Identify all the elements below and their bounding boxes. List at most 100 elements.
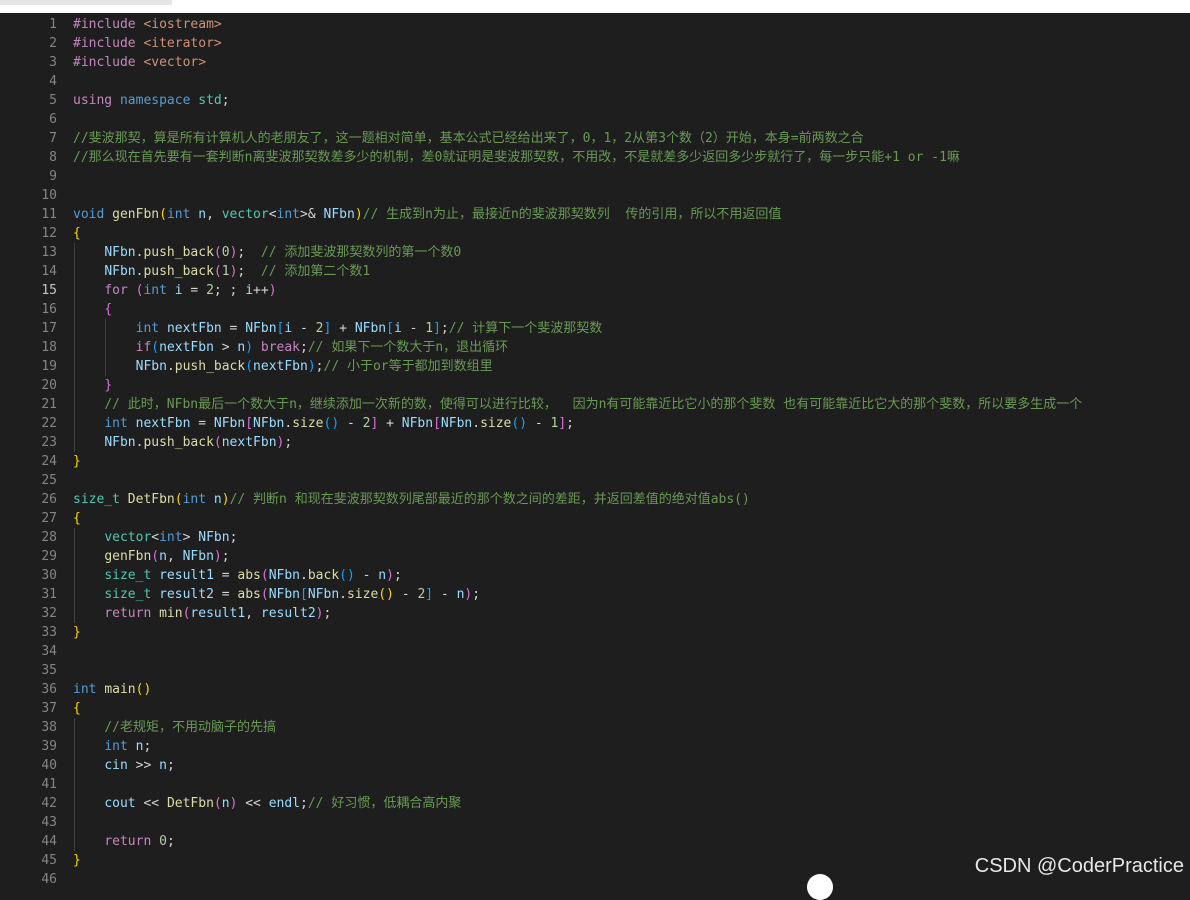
code-line[interactable]: 25: [0, 471, 1190, 490]
code-token: ;: [315, 359, 324, 374]
code-token: #include: [73, 55, 144, 70]
code-token: vector: [221, 207, 269, 222]
code-token: ): [221, 492, 230, 507]
code-token: 0: [159, 834, 167, 849]
code-line[interactable]: 16 {: [0, 300, 1190, 319]
code-line[interactable]: 7 //斐波那契，算是所有计算机人的老朋友了，这一题相对简单，基本公式已经给出来了…: [0, 129, 1190, 148]
code-line[interactable]: 9: [0, 167, 1190, 186]
code-line[interactable]: 17 int nextFbn = NFbn[i - 2] + NFbn[i - …: [0, 319, 1190, 338]
code-token: push_back: [143, 264, 214, 279]
code-line[interactable]: 26 size_t DetFbn(int n)// 判断n 和现在斐波那契数列尾部…: [0, 490, 1190, 509]
scroll-button[interactable]: [807, 874, 833, 900]
code-line[interactable]: 34: [0, 642, 1190, 661]
code-token: ;: [229, 530, 238, 545]
code-token: std: [198, 93, 222, 108]
code-line[interactable]: 19 NFbn.push_back(nextFbn);// 小于or等于都加到数…: [0, 357, 1190, 376]
code-token: int: [159, 530, 183, 545]
code-token: // 添加斐波那契数列的第一个数0: [260, 245, 462, 260]
code-token: -: [339, 416, 363, 431]
code-line[interactable]: 5 using namespace std;: [0, 91, 1190, 110]
code-line[interactable]: 6: [0, 110, 1190, 129]
code-line[interactable]: 11 void genFbn(int n, vector<int>& NFbn)/…: [0, 205, 1190, 224]
code-text: int main(): [73, 680, 151, 699]
code-token: NFbn: [104, 264, 136, 279]
code-text: //斐波那契，算是所有计算机人的老朋友了，这一题相对简单，基本公式已经给出来了，…: [73, 129, 864, 148]
code-text: #include <vector>: [73, 53, 206, 72]
code-line[interactable]: 21 // 此时，NFbn最后一个数大于n，继续添加一次新的数，使得可以进行比较…: [0, 395, 1190, 414]
code-line[interactable]: 24}: [0, 452, 1190, 471]
code-line[interactable]: 40 cin >> n;: [0, 756, 1190, 775]
code-token: genFbn: [112, 207, 160, 222]
code-line[interactable]: 3 #include <vector>: [0, 53, 1190, 72]
code-line[interactable]: 36 int main(): [0, 680, 1190, 699]
code-token: DetFbn: [127, 492, 175, 507]
code-line[interactable]: 13 NFbn.push_back(0); // 添加斐波那契数列的第一个数0: [0, 243, 1190, 262]
code-line[interactable]: 42 cout << DetFbn(n) << endl;// 好习惯，低耦合高…: [0, 794, 1190, 813]
code-line[interactable]: 44 return 0;: [0, 832, 1190, 851]
code-line[interactable]: 38 //老规矩，不用动脑子的先搞: [0, 718, 1190, 737]
code-token: i: [393, 321, 402, 336]
code-token: genFbn: [104, 549, 152, 564]
code-token: +: [331, 321, 355, 336]
code-line[interactable]: 15 for (int i = 2; ; i++): [0, 281, 1190, 300]
code-line[interactable]: 4: [0, 72, 1190, 91]
code-token: int: [182, 492, 214, 507]
code-token: -: [401, 321, 426, 336]
code-line[interactable]: 12 {: [0, 224, 1190, 243]
code-line[interactable]: 22 int nextFbn = NFbn[NFbn.size() - 2] +…: [0, 414, 1190, 433]
code-token: NFbn: [307, 587, 340, 602]
code-token: ; ;: [213, 283, 246, 298]
code-token: int: [104, 739, 136, 754]
code-text: #include <iostream>: [73, 15, 222, 34]
code-line[interactable]: 28 vector<int> NFbn;: [0, 528, 1190, 547]
code-token: <iterator>: [143, 36, 222, 51]
code-token: (: [213, 435, 222, 450]
code-line[interactable]: 10: [0, 186, 1190, 205]
code-token: ): [245, 340, 254, 355]
code-line[interactable]: 39 int n;: [0, 737, 1190, 756]
line-number: 14: [41, 264, 57, 279]
code-line[interactable]: 37 {: [0, 699, 1190, 718]
code-token: int: [135, 321, 167, 336]
line-number: 38: [41, 720, 57, 735]
code-token: =: [190, 416, 214, 431]
code-line[interactable]: 1 #include <iostream>: [0, 15, 1190, 34]
code-line[interactable]: 33}: [0, 623, 1190, 642]
line-number: 37: [41, 701, 57, 716]
line-number: 8: [49, 150, 57, 165]
code-line[interactable]: 20 }: [0, 376, 1190, 395]
code-line[interactable]: 35: [0, 661, 1190, 680]
code-line[interactable]: 8 //那么现在首先要有一套判断n离斐波那契数差多少的机制，差0就证明是斐波那契数…: [0, 148, 1190, 167]
code-line[interactable]: 27 {: [0, 509, 1190, 528]
code-token: //那么现在首先要有一套判断n离斐波那契数差多少的机制，差0就证明是斐波那契数，…: [73, 150, 960, 165]
code-token: ;: [393, 568, 402, 583]
tab-strip[interactable]: [0, 0, 172, 5]
code-line[interactable]: 14 NFbn.push_back(1); // 添加第二个数1: [0, 262, 1190, 281]
code-line[interactable]: 43: [0, 813, 1190, 832]
code-line[interactable]: 41: [0, 775, 1190, 794]
code-line[interactable]: 23 NFbn.push_back(nextFbn);: [0, 433, 1190, 452]
code-line[interactable]: 31 size_t result2 = abs(NFbn[NFbn.size()…: [0, 585, 1190, 604]
code-token: ): [307, 359, 316, 374]
code-token: .: [166, 359, 175, 374]
code-token: (: [245, 359, 254, 374]
code-token: (: [213, 264, 222, 279]
code-token: +: [378, 416, 402, 431]
code-token: abs: [237, 568, 261, 583]
code-token: ++: [253, 283, 269, 298]
code-token: }: [73, 454, 81, 469]
code-token: -: [292, 321, 316, 336]
code-text: size_t DetFbn(int n)// 判断n 和现在斐波那契数列尾部最近…: [73, 490, 750, 509]
code-line[interactable]: 18 if(nextFbn > n) break;// 如果下一个数大于n，退出…: [0, 338, 1190, 357]
code-line[interactable]: 32 return min(result1, result2);: [0, 604, 1190, 623]
code-line[interactable]: 29 genFbn(n, NFbn);: [0, 547, 1190, 566]
code-token: ;: [566, 416, 574, 431]
code-line[interactable]: 30 size_t result1 = abs(NFbn.back() - n)…: [0, 566, 1190, 585]
code-line[interactable]: 2 #include <iterator>: [0, 34, 1190, 53]
code-token: NFbn: [213, 416, 246, 431]
line-number: 45: [41, 853, 57, 868]
code-editor[interactable]: 1 #include <iostream> 2 #include <iterator>…: [0, 13, 1190, 887]
